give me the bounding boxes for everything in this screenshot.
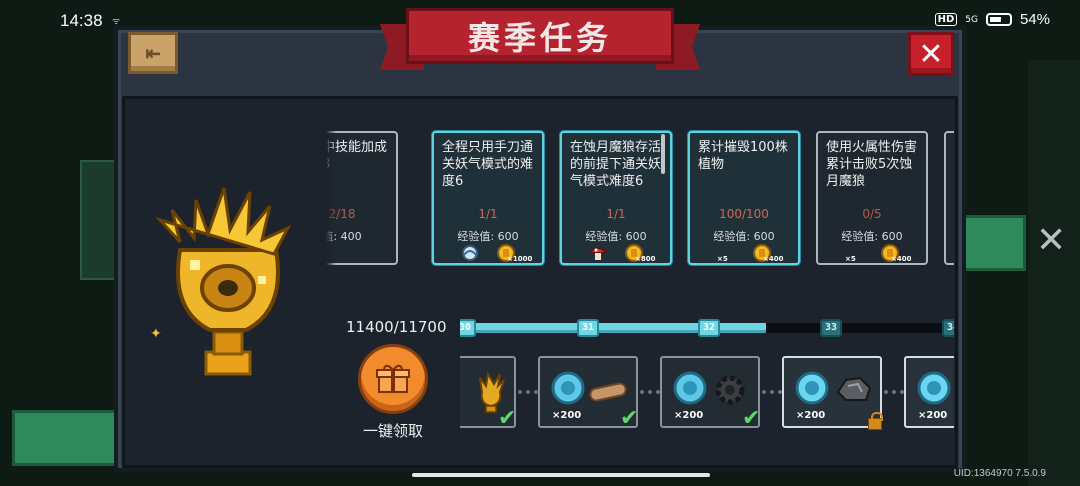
quest-card[interactable]: 累计摧毁100株植物 100/100 经验值: 600 ×5 ×400: [688, 131, 800, 265]
quest-progress: 0/5: [862, 207, 882, 221]
slot-connector: [884, 390, 904, 394]
sparkle-icon: ✦: [150, 326, 162, 342]
hd-icon: HD: [934, 13, 958, 26]
quest-progress: 1/1: [478, 207, 498, 221]
quest-rewards: ×5 ×400: [690, 243, 798, 263]
reward-quantity: ×5: [717, 255, 728, 263]
level-marker: 34: [942, 319, 954, 337]
quest-rewards: ×1000: [434, 243, 542, 263]
gift-icon: [376, 364, 410, 393]
mushroom-icon: [587, 243, 609, 263]
back-button[interactable]: ⇤: [128, 32, 178, 74]
list-fade: [326, 128, 336, 270]
title-banner: 赛季任务: [380, 8, 700, 74]
reward-slot[interactable]: ×200: [904, 356, 954, 428]
claim-all-label: 一键领取: [362, 422, 423, 440]
reward-quantity: ×5: [845, 255, 856, 263]
coin-icon: ×400: [879, 243, 911, 263]
quest-description: 在蚀月魔狼存活的前提下通关妖气模式难度6: [570, 140, 662, 189]
progress-track-fill: [460, 323, 767, 333]
quest-exp: 经验值: 600: [841, 230, 903, 243]
slot-quantity: ×200: [796, 410, 826, 421]
slot-quantity: ×200: [674, 410, 704, 421]
quest-description: 累计摧毁100株植物: [698, 140, 788, 172]
battery-percent: 54%: [1019, 11, 1050, 28]
gem-icon: [917, 371, 951, 405]
quest-rewards: ×800: [562, 243, 670, 263]
season-reward-track[interactable]: ✔ ×200 ✔ ×200 ✔ ×200 ×200: [460, 352, 954, 434]
slot-quantity: ×200: [918, 410, 948, 421]
home-indicator[interactable]: [412, 473, 710, 477]
quest-card[interactable]: [944, 131, 954, 265]
slot-connector: [518, 390, 538, 394]
season-exp-total: 11400/11700: [346, 318, 447, 336]
reward-quantity: ×800: [635, 255, 656, 263]
uid-version: UID:1364970 7.5.0.9: [953, 468, 1046, 479]
reward-quantity: ×400: [763, 255, 784, 263]
quest-description: 全程只用手刀通关妖气模式的难度6: [442, 140, 534, 189]
close-icon: ✕: [918, 36, 944, 72]
quest-card[interactable]: 使用火属性伤害累计击败5次蚀月魔狼 0/5 经验值: 600 ×5 ×400: [816, 131, 928, 265]
quest-description: 使用火属性伤害累计击败5次蚀月魔狼: [826, 140, 918, 189]
background-button: [962, 215, 1026, 271]
quest-card[interactable]: 在蚀月魔狼存活的前提下通关妖气模式难度6 1/1 经验值: 600 ×800: [560, 131, 672, 265]
coin-icon: ×400: [751, 243, 783, 263]
quest-rewards: ×5 ×400: [818, 243, 926, 263]
level-marker: 32: [698, 319, 720, 337]
back-arrow-icon: ⇤: [145, 38, 161, 68]
battery-icon: [985, 13, 1012, 26]
quest-card[interactable]: 游戏中技能加成达到8 2/18 值: 400: [326, 131, 398, 265]
quest-exp: 经验值: 600: [457, 230, 519, 243]
claim-all-button[interactable]: [358, 344, 428, 414]
level-marker: 31: [577, 319, 599, 337]
gem-icon: [673, 371, 707, 405]
trophy-icon: [155, 187, 292, 376]
page-title: 赛季任务: [467, 19, 612, 57]
gem-icon: ×5: [843, 243, 865, 263]
reward-quantity: ×400: [891, 255, 912, 263]
quest-list[interactable]: 游戏中技能加成达到8 2/18 值: 400 全程只用手刀通关妖气模式的难度6 …: [326, 128, 954, 270]
signal-icon: 5G: [965, 14, 978, 25]
level-marker: 30: [460, 319, 476, 337]
wood-icon: [589, 382, 627, 402]
claimed-check-icon: ✔: [620, 406, 639, 431]
claimed-check-icon: ✔: [742, 406, 761, 431]
gear-icon: [715, 375, 745, 405]
coin-icon: ×1000: [495, 243, 532, 263]
reward-quantity: ×1000: [507, 255, 533, 263]
quest-progress: 100/100: [719, 207, 769, 221]
ore-icon: [836, 376, 872, 401]
pet-icon: [459, 243, 481, 263]
lock-icon: [868, 412, 883, 430]
quest-exp: 经验值: 600: [585, 230, 647, 243]
banner-main: 赛季任务: [406, 8, 674, 64]
gem-icon: ×5: [715, 243, 737, 263]
slot-connector: [762, 390, 782, 394]
gem-icon: [795, 371, 829, 405]
status-time: 14:38: [60, 11, 103, 30]
quest-card[interactable]: 全程只用手刀通关妖气模式的难度6 1/1 经验值: 600 ×1000: [432, 131, 544, 265]
level-marker: 33: [820, 319, 842, 337]
slot-quantity: ×200: [552, 410, 582, 421]
slot-connector: [640, 390, 660, 394]
season-progress-track: 30 31 32 33 34: [460, 318, 954, 338]
gem-icon: [551, 371, 585, 405]
quest-exp: 经验值: 600: [713, 230, 775, 243]
quest-progress: 2/18: [328, 207, 356, 221]
background-panel: [1028, 60, 1080, 486]
coin-icon: ×800: [623, 243, 655, 263]
quest-progress: 1/1: [606, 207, 626, 221]
background-close-icon: ✕: [1036, 220, 1067, 261]
reward-slot[interactable]: ×200: [782, 356, 883, 430]
claimed-check-icon: ✔: [498, 406, 517, 431]
close-button[interactable]: ✕: [908, 32, 954, 76]
background-button: [12, 410, 122, 466]
quest-exp: 值: 400: [326, 230, 362, 243]
card-scrollbar[interactable]: [661, 134, 665, 174]
